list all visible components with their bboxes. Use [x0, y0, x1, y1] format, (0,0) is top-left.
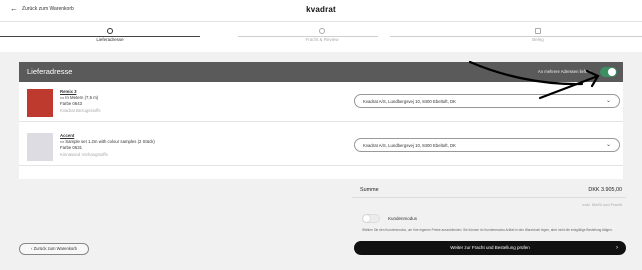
arrow-left-icon: ← [10, 4, 18, 13]
back-to-cart-button-label: Zurück zum Warenkorb [33, 246, 77, 251]
step-receipt: Beleg [478, 28, 598, 42]
back-to-cart-link[interactable]: ← Zurück zum Warenkorb [10, 5, 74, 13]
cart-item-row: Remix 3 ▭ In Metern (7,5 m) Farbe 0643 K… [19, 84, 623, 122]
panel-title: Lieferadresse [27, 67, 73, 76]
continue-to-freight-button[interactable]: Weiter zur Fracht und Bestellung prüfen … [354, 241, 626, 255]
product-category: Kvadrat Bezugsstoffe [60, 107, 101, 113]
multiple-addresses-toggle[interactable] [600, 67, 617, 77]
total-line: Summe DKK 3.905,00 [352, 182, 626, 198]
address-select-value: Kvadrat A/S, Lundbergsvej 10, 8400 Ebelt… [363, 143, 456, 148]
chevron-down-icon: ⌄ [605, 98, 611, 104]
customer-mode-label: Kundenmodus [388, 216, 418, 221]
order-summary: Summe DKK 3.905,00 exkl. MwSt und Fracht… [344, 180, 628, 262]
panel-header: Lieferadresse An mehrere Adressen liefer… [19, 62, 623, 82]
back-to-cart-label: Zurück zum Warenkorb [22, 6, 74, 12]
product-info: Accent ▭ Sample set 1.2m with colour sam… [60, 133, 155, 158]
brand-logo[interactable]: kvadrat [306, 5, 336, 14]
location-icon [107, 28, 113, 34]
step-delivery-address[interactable]: Lieferadresse [50, 28, 170, 42]
delivery-address-panel: Lieferadresse An mehrere Adressen liefer… [19, 62, 623, 179]
address-select[interactable]: Kvadrat A/S, Lundbergsvej 10, 8400 Ebelt… [354, 138, 620, 152]
product-swatch [27, 133, 53, 161]
address-select-value: Kvadrat A/S, Lundbergsvej 10, 8400 Ebelt… [363, 99, 456, 104]
product-category: Kinnasand Vorhangstoffe [60, 151, 108, 157]
cart-item-row: Accent ▭ Sample set 1.2m with colour sam… [19, 128, 623, 166]
total-note: exkl. MwSt und Fracht [582, 202, 622, 207]
step-label: Lieferadresse [96, 37, 124, 42]
customer-mode-description: Wählen Sie den Kundenmodus, um Ihre eige… [362, 228, 613, 232]
product-swatch [27, 89, 53, 117]
address-select[interactable]: Kvadrat A/S, Lundbergsvej 10, 8400 Ebelt… [354, 94, 620, 108]
top-bar: ← Zurück zum Warenkorb kvadrat [0, 0, 642, 22]
total-value: DKK 3.905,00 [588, 187, 622, 193]
receipt-icon [535, 28, 541, 34]
chevron-down-icon: ⌄ [605, 142, 611, 148]
truck-icon [319, 28, 325, 34]
multiple-addresses-label: An mehrere Adressen liefern [537, 69, 591, 74]
step-label: Fracht & Review [305, 37, 339, 42]
step-freight-review: Fracht & Review [262, 28, 382, 42]
chevron-right-icon: › [616, 245, 618, 251]
continue-button-label: Weiter zur Fracht und Bestellung prüfen [450, 245, 530, 250]
back-to-cart-button[interactable]: ‹ Zurück zum Warenkorb [19, 243, 89, 255]
checkout-stepper: Lieferadresse Fracht & Review Beleg [0, 22, 642, 52]
customer-mode-toggle[interactable] [362, 214, 380, 223]
total-label: Summe [360, 187, 379, 193]
chevron-left-icon: ‹ [31, 246, 33, 251]
step-label: Beleg [532, 37, 544, 42]
product-info: Remix 3 ▭ In Metern (7,5 m) Farbe 0643 K… [60, 89, 101, 114]
